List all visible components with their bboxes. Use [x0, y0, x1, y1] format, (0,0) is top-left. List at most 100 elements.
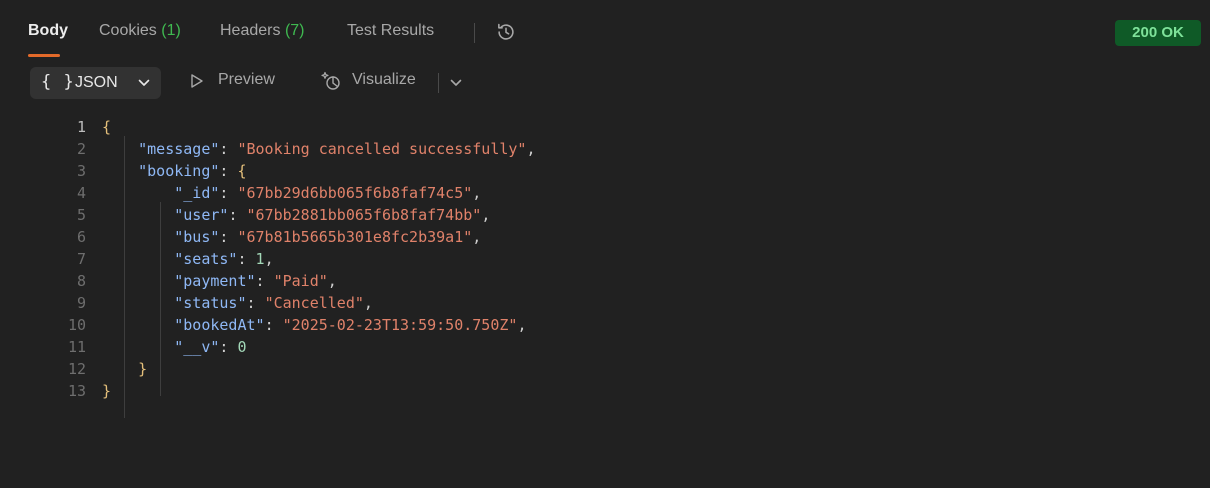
code-token: "payment" — [174, 272, 256, 290]
code-line: 1{ — [8, 116, 1210, 138]
code-token: } — [138, 360, 148, 378]
code-token: "bookedAt" — [174, 316, 265, 334]
tab-test-results-label: Test Results — [347, 22, 435, 39]
code-token: "67bb29d6bb065f6b8faf74c5" — [237, 184, 473, 202]
code-token: "2025-02-23T13:59:50.750Z" — [282, 316, 518, 334]
code-text: "seats": 1, — [102, 248, 274, 270]
active-tab-indicator — [28, 54, 60, 57]
code-text: "__v": 0 — [102, 336, 247, 358]
line-number: 5 — [76, 206, 86, 224]
tab-cookies[interactable]: Cookies (1) — [99, 22, 181, 40]
code-token: , — [264, 250, 274, 268]
code-text: "_id": "67bb29d6bb065f6b8faf74c5", — [102, 182, 481, 204]
visualize-label: Visualize — [352, 71, 416, 88]
tab-test-results[interactable]: Test Results — [347, 22, 434, 40]
code-token: : — [219, 184, 238, 202]
code-token: "Paid" — [273, 272, 328, 290]
line-number: 4 — [76, 184, 86, 202]
line-number: 3 — [76, 162, 86, 180]
code-text: } — [102, 380, 111, 402]
code-token: : — [246, 294, 265, 312]
code-text: "status": "Cancelled", — [102, 292, 373, 314]
code-token: : — [219, 228, 238, 246]
line-number: 8 — [76, 272, 86, 290]
tab-body[interactable]: Body — [28, 22, 68, 40]
code-token: { — [237, 162, 247, 180]
code-text: "user": "67bb2881bb065f6b8faf74bb", — [102, 204, 490, 226]
response-panel: Body Cookies (1) Headers (7) Test Result… — [8, 9, 1210, 488]
tab-cookies-count: (1) — [161, 22, 181, 39]
code-text: "message": "Booking cancelled successful… — [102, 138, 535, 160]
code-token: "67b81b5665b301e8fc2b39a1" — [237, 228, 473, 246]
line-number: 13 — [67, 382, 86, 400]
line-number: 1 — [76, 118, 86, 136]
code-token: : — [255, 272, 274, 290]
code-line: 10 "bookedAt": "2025-02-23T13:59:50.750Z… — [8, 314, 1210, 336]
code-line: 7 "seats": 1, — [8, 248, 1210, 270]
code-text: "booking": { — [102, 160, 247, 182]
code-token: "message" — [138, 140, 220, 158]
response-tab-bar: Body Cookies (1) Headers (7) Test Result… — [8, 9, 1210, 57]
json-braces-icon: { } — [41, 72, 75, 92]
code-token: 0 — [237, 338, 247, 356]
code-token: , — [472, 228, 482, 246]
code-line: 4 "_id": "67bb29d6bb065f6b8faf74c5", — [8, 182, 1210, 204]
code-token: , — [472, 184, 482, 202]
tab-headers-count: (7) — [284, 22, 305, 39]
code-text: "bus": "67b81b5665b301e8fc2b39a1", — [102, 226, 481, 248]
code-token: : — [228, 206, 247, 224]
code-token: "booking" — [138, 162, 220, 180]
code-token: "Cancelled" — [264, 294, 364, 312]
code-token: , — [363, 294, 373, 312]
body-toolbar: { } JSON Preview Visualize — [8, 64, 1210, 104]
code-text: } — [102, 358, 147, 380]
code-line: 9 "status": "Cancelled", — [8, 292, 1210, 314]
code-token: "seats" — [174, 250, 238, 268]
line-number: 10 — [67, 316, 86, 334]
code-text: "payment": "Paid", — [102, 270, 337, 292]
tab-body-label: Body — [28, 22, 68, 39]
format-select[interactable]: { } JSON — [30, 67, 161, 99]
code-token: "user" — [174, 206, 229, 224]
code-line: 11 "__v": 0 — [8, 336, 1210, 358]
code-token: "67bb2881bb065f6b8faf74bb" — [246, 206, 482, 224]
code-token: "status" — [174, 294, 247, 312]
line-number: 7 — [76, 250, 86, 268]
code-token: , — [327, 272, 337, 290]
code-line: 2 "message": "Booking cancelled successf… — [8, 138, 1210, 160]
line-number: 2 — [76, 140, 86, 158]
tab-headers[interactable]: Headers (7) — [220, 22, 305, 40]
code-line: 13} — [8, 380, 1210, 402]
tab-cookies-label: Cookies — [99, 22, 157, 39]
code-token: : — [219, 338, 238, 356]
sparkle-visualize-icon — [321, 71, 340, 90]
code-token: } — [102, 382, 112, 400]
code-token: "_id" — [174, 184, 220, 202]
code-token: "Booking cancelled successfully" — [237, 140, 527, 158]
code-token: , — [517, 316, 527, 334]
line-number: 9 — [76, 294, 86, 312]
code-text: "bookedAt": "2025-02-23T13:59:50.750Z", — [102, 314, 526, 336]
code-line: 8 "payment": "Paid", — [8, 270, 1210, 292]
line-number: 11 — [67, 338, 86, 356]
code-line: 12 } — [8, 358, 1210, 380]
chevron-down-icon — [138, 79, 150, 86]
history-icon[interactable] — [495, 21, 517, 43]
format-select-label: JSON — [75, 74, 118, 91]
json-response-body[interactable]: 1{2 "message": "Booking cancelled succes… — [8, 112, 1210, 488]
tab-headers-label: Headers — [220, 22, 281, 39]
code-token: "__v" — [174, 338, 220, 356]
play-outline-icon — [191, 74, 203, 88]
code-text: { — [102, 116, 111, 138]
code-line: 6 "bus": "67b81b5665b301e8fc2b39a1", — [8, 226, 1210, 248]
code-line: 3 "booking": { — [8, 160, 1210, 182]
code-token: , — [526, 140, 536, 158]
code-token: : — [237, 250, 256, 268]
code-token: : — [219, 162, 238, 180]
preview-label: Preview — [218, 71, 275, 88]
code-token: : — [219, 140, 238, 158]
code-line: 5 "user": "67bb2881bb065f6b8faf74bb", — [8, 204, 1210, 226]
code-token: , — [481, 206, 491, 224]
chevron-down-icon[interactable] — [450, 79, 462, 87]
code-token: "bus" — [174, 228, 220, 246]
